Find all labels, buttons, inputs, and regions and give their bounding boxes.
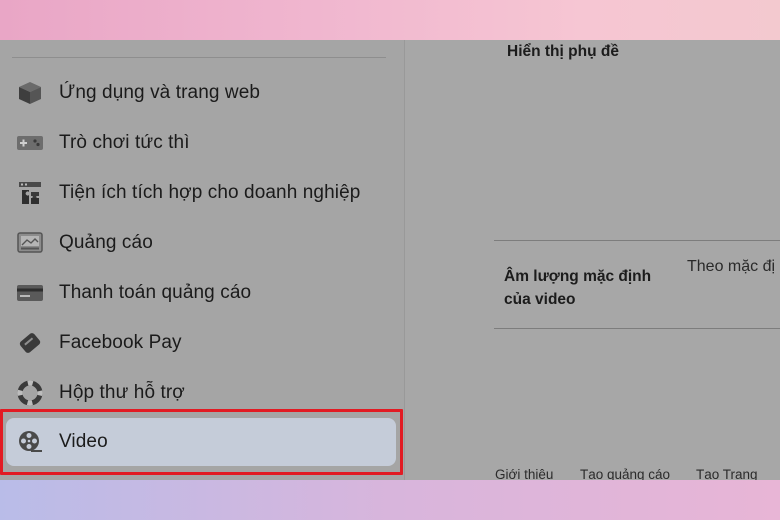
ad-icon bbox=[16, 229, 44, 257]
gamepad-icon bbox=[16, 129, 44, 157]
video-settings-panel: Hiển thị phụ đề Âm lượng mặc định của vi… bbox=[405, 40, 780, 480]
sidebar-item-ads[interactable]: Quảng cáo bbox=[6, 219, 396, 267]
cube-icon bbox=[16, 79, 44, 107]
sidebar-item-business-integrations[interactable]: Tiện ích tích hợp cho doanh nghiệp bbox=[6, 169, 396, 217]
footer-link-create-page[interactable]: Tạo Trang bbox=[696, 467, 758, 480]
sidebar-divider bbox=[12, 57, 386, 58]
sidebar-item-label: Hộp thư hỗ trợ bbox=[59, 382, 185, 403]
sidebar-item-facebook-pay[interactable]: Facebook Pay bbox=[6, 319, 396, 367]
sidebar-item-label: Facebook Pay bbox=[59, 332, 182, 353]
setting-divider bbox=[494, 328, 780, 329]
default-volume-label-line2: của video bbox=[504, 291, 576, 308]
default-volume-label: Âm lượng mặc định của video bbox=[504, 265, 651, 311]
sidebar-item-label: Thanh toán quảng cáo bbox=[59, 282, 252, 303]
default-volume-label-line1: Âm lượng mặc định bbox=[504, 268, 652, 285]
default-volume-dropdown[interactable]: Theo mặc đị bbox=[687, 258, 775, 276]
lifebuoy-icon bbox=[16, 379, 44, 407]
sidebar-item-label: Tiện ích tích hợp cho doanh nghiệp bbox=[59, 182, 361, 203]
footer-link-about[interactable]: Giới thiệu bbox=[495, 467, 553, 480]
facebook-settings-screen: Ứng dụng và trang web Trò chơi tức thì T… bbox=[0, 40, 780, 480]
footer-link-create-ad[interactable]: Tạo quảng cáo bbox=[580, 467, 670, 480]
puzzle-icon bbox=[16, 179, 44, 207]
sidebar-item-apps-websites[interactable]: Ứng dụng và trang web bbox=[6, 69, 396, 117]
sidebar-item-instant-games[interactable]: Trò chơi tức thì bbox=[6, 119, 396, 167]
captions-setting-label: Hiển thị phụ đề bbox=[507, 43, 619, 60]
selection-highlight-annotation bbox=[0, 409, 403, 475]
top-decorative-band bbox=[0, 0, 780, 40]
credit-card-icon bbox=[16, 279, 44, 307]
bottom-decorative-band bbox=[0, 480, 780, 520]
sidebar-item-label: Quảng cáo bbox=[59, 232, 153, 253]
sidebar-item-label: Ứng dụng và trang web bbox=[59, 82, 261, 103]
pay-tag-icon bbox=[16, 329, 44, 357]
settings-sidebar: Ứng dụng và trang web Trò chơi tức thì T… bbox=[0, 40, 405, 480]
sidebar-item-label: Trò chơi tức thì bbox=[59, 132, 190, 153]
sidebar-item-ad-payments[interactable]: Thanh toán quảng cáo bbox=[6, 269, 396, 317]
setting-divider bbox=[494, 240, 780, 241]
